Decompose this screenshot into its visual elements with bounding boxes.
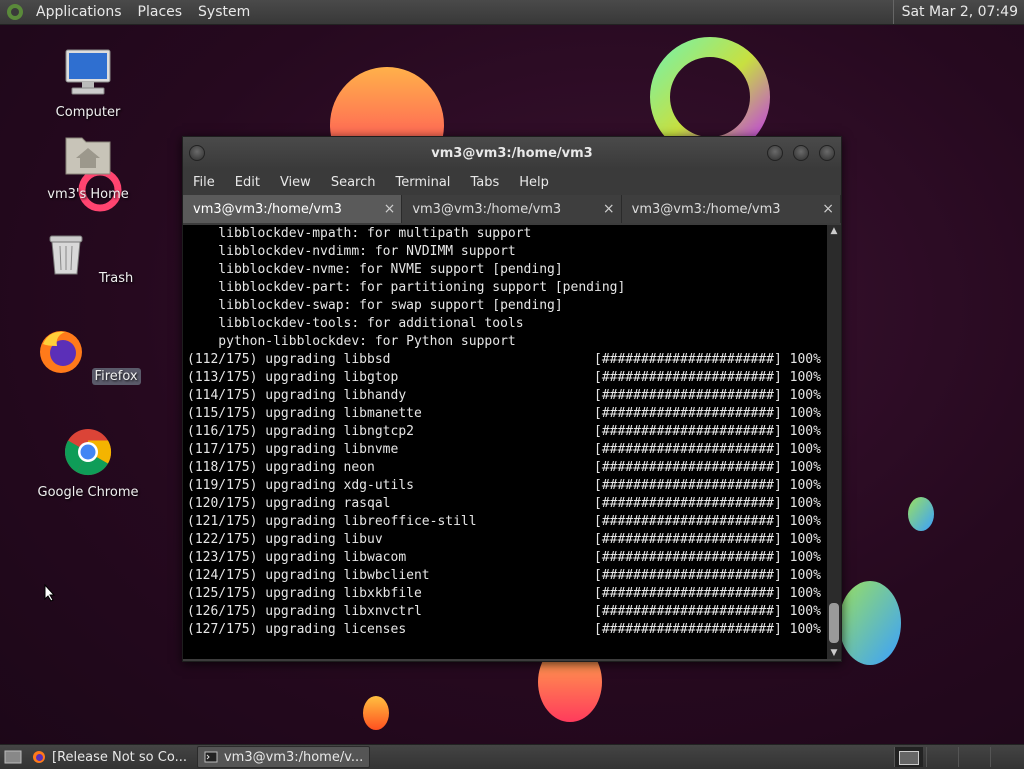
desktop-icon-label: Google Chrome: [37, 485, 139, 500]
terminal-line: (120/175) upgrading rasqal [############…: [187, 496, 821, 511]
places-menu[interactable]: Places: [130, 0, 191, 24]
desktop-icon-label: vm3's Home: [47, 187, 129, 202]
tab-label: vm3@vm3:/home/vm3: [631, 201, 781, 217]
terminal-scrollbar[interactable]: ▲ ▼: [827, 225, 841, 659]
desktop-icon-label: Trash: [98, 271, 134, 286]
terminal-line: libblockdev-nvme: for NVME support [pend…: [187, 262, 563, 277]
show-desktop-icon[interactable]: [4, 749, 22, 765]
terminal-line: (121/175) upgrading libreoffice-still [#…: [187, 514, 821, 529]
terminal-line: libblockdev-mpath: for multipath support: [187, 226, 532, 241]
terminal-output[interactable]: libblockdev-mpath: for multipath support…: [183, 225, 827, 659]
desktop-icon-chrome[interactable]: Google Chrome: [33, 426, 143, 501]
menu-tabs[interactable]: Tabs: [460, 175, 509, 190]
desktop-icon-label: Computer: [55, 105, 121, 120]
terminal-line: (119/175) upgrading xdg-utils [#########…: [187, 478, 821, 493]
top-panel: Applications Places System Sat Mar 2, 07…: [0, 0, 1024, 25]
menu-terminal[interactable]: Terminal: [385, 175, 460, 190]
mouse-cursor-icon: [44, 584, 56, 602]
terminal-line: (124/175) upgrading libwbclient [#######…: [187, 568, 821, 583]
terminal-tab-3[interactable]: vm3@vm3:/home/vm3 ×: [621, 195, 841, 223]
terminal-line: (126/175) upgrading libxnvctrl [########…: [187, 604, 821, 619]
tab-close-icon[interactable]: ×: [603, 201, 615, 217]
terminal-line: python-libblockdev: for Python support: [187, 334, 516, 349]
system-menu[interactable]: System: [190, 0, 258, 24]
workspace-3[interactable]: [958, 747, 987, 767]
terminal-line: libblockdev-part: for partitioning suppo…: [187, 280, 626, 295]
desktop-icon-label: Firefox: [91, 368, 141, 385]
trash-icon: [49, 235, 83, 275]
terminal-window[interactable]: vm3@vm3:/home/vm3 File Edit View Search …: [182, 136, 842, 662]
scroll-up-icon[interactable]: ▲: [827, 225, 841, 237]
terminal-tab-1[interactable]: vm3@vm3:/home/vm3 ×: [183, 195, 403, 223]
scroll-down-icon[interactable]: ▼: [827, 647, 841, 659]
desktop-icon-firefox[interactable]: Firefox: [33, 326, 143, 385]
taskbar-item-terminal[interactable]: vm3@vm3:/home/v...: [196, 746, 371, 768]
workspace-4[interactable]: [990, 747, 1019, 767]
terminal-line: (117/175) upgrading libnvme [###########…: [187, 442, 821, 457]
maximize-button[interactable]: [793, 145, 809, 161]
workspace-2[interactable]: [926, 747, 955, 767]
close-button[interactable]: [819, 145, 835, 161]
terminal-line: libblockdev-swap: for swap support [pend…: [187, 298, 563, 313]
terminal-icon: [204, 751, 218, 763]
window-titlebar[interactable]: vm3@vm3:/home/vm3: [183, 137, 841, 169]
workspace-1[interactable]: [894, 747, 923, 767]
terminal-line: libblockdev-tools: for additional tools: [187, 316, 524, 331]
window-menu-button[interactable]: [189, 145, 205, 161]
terminal-line: (114/175) upgrading libhandy [##########…: [187, 388, 821, 403]
terminal-line: (122/175) upgrading libuv [#############…: [187, 532, 821, 547]
taskbar-item-label: vm3@vm3:/home/v...: [223, 749, 364, 765]
terminal-tabs: vm3@vm3:/home/vm3 × vm3@vm3:/home/vm3 × …: [183, 195, 841, 223]
computer-icon: [65, 49, 111, 95]
terminal-line: (118/175) upgrading neon [##############…: [187, 460, 821, 475]
minimize-button[interactable]: [767, 145, 783, 161]
mate-logo-icon[interactable]: [6, 3, 24, 21]
terminal-line: (115/175) upgrading libmanette [########…: [187, 406, 821, 421]
firefox-icon: [40, 331, 83, 373]
menu-file[interactable]: File: [183, 175, 225, 190]
tab-label: vm3@vm3:/home/vm3: [193, 201, 342, 217]
terminal-line: (112/175) upgrading libbsd [############…: [187, 352, 821, 367]
terminal-line: (125/175) upgrading libxkbfile [########…: [187, 586, 821, 601]
tab-label: vm3@vm3:/home/vm3: [412, 201, 562, 217]
terminal-menubar: File Edit View Search Terminal Tabs Help: [183, 169, 841, 195]
firefox-icon: [33, 751, 45, 763]
terminal-tab-2[interactable]: vm3@vm3:/home/vm3 ×: [402, 195, 622, 223]
bottom-panel: [Release Not so Co... vm3@vm3:/home/v...: [0, 744, 1024, 769]
terminal-line: (123/175) upgrading libwacom [##########…: [187, 550, 821, 565]
terminal-line: (127/175) upgrading licenses [##########…: [187, 622, 821, 637]
clock[interactable]: Sat Mar 2, 07:49: [892, 0, 1018, 24]
terminal-lines: libblockdev-mpath: for multipath support…: [183, 225, 821, 639]
applications-menu[interactable]: Applications: [28, 0, 130, 24]
terminal-line: (113/175) upgrading libgtop [###########…: [187, 370, 821, 385]
terminal-line: (116/175) upgrading libngtcp2 [#########…: [187, 424, 821, 439]
tab-close-icon[interactable]: ×: [822, 201, 834, 217]
desktop-icon-trash[interactable]: Trash: [33, 228, 143, 287]
scrollbar-thumb[interactable]: [829, 603, 839, 643]
desktop-icon-computer[interactable]: Computer: [33, 46, 143, 121]
menu-edit[interactable]: Edit: [225, 175, 270, 190]
taskbar-item-firefox[interactable]: [Release Not so Co...: [26, 747, 193, 767]
terminal-line: libblockdev-nvdimm: for NVDIMM support: [187, 244, 516, 259]
home-folder-icon: [65, 137, 111, 175]
desktop-icon-home[interactable]: vm3's Home: [33, 128, 143, 203]
menu-view[interactable]: View: [270, 175, 321, 190]
menu-help[interactable]: Help: [509, 175, 559, 190]
window-title: vm3@vm3:/home/vm3: [431, 145, 593, 161]
menu-search[interactable]: Search: [321, 175, 386, 190]
taskbar-item-label: [Release Not so Co...: [52, 749, 187, 765]
tab-close-icon[interactable]: ×: [384, 201, 396, 217]
chrome-icon: [64, 429, 112, 476]
